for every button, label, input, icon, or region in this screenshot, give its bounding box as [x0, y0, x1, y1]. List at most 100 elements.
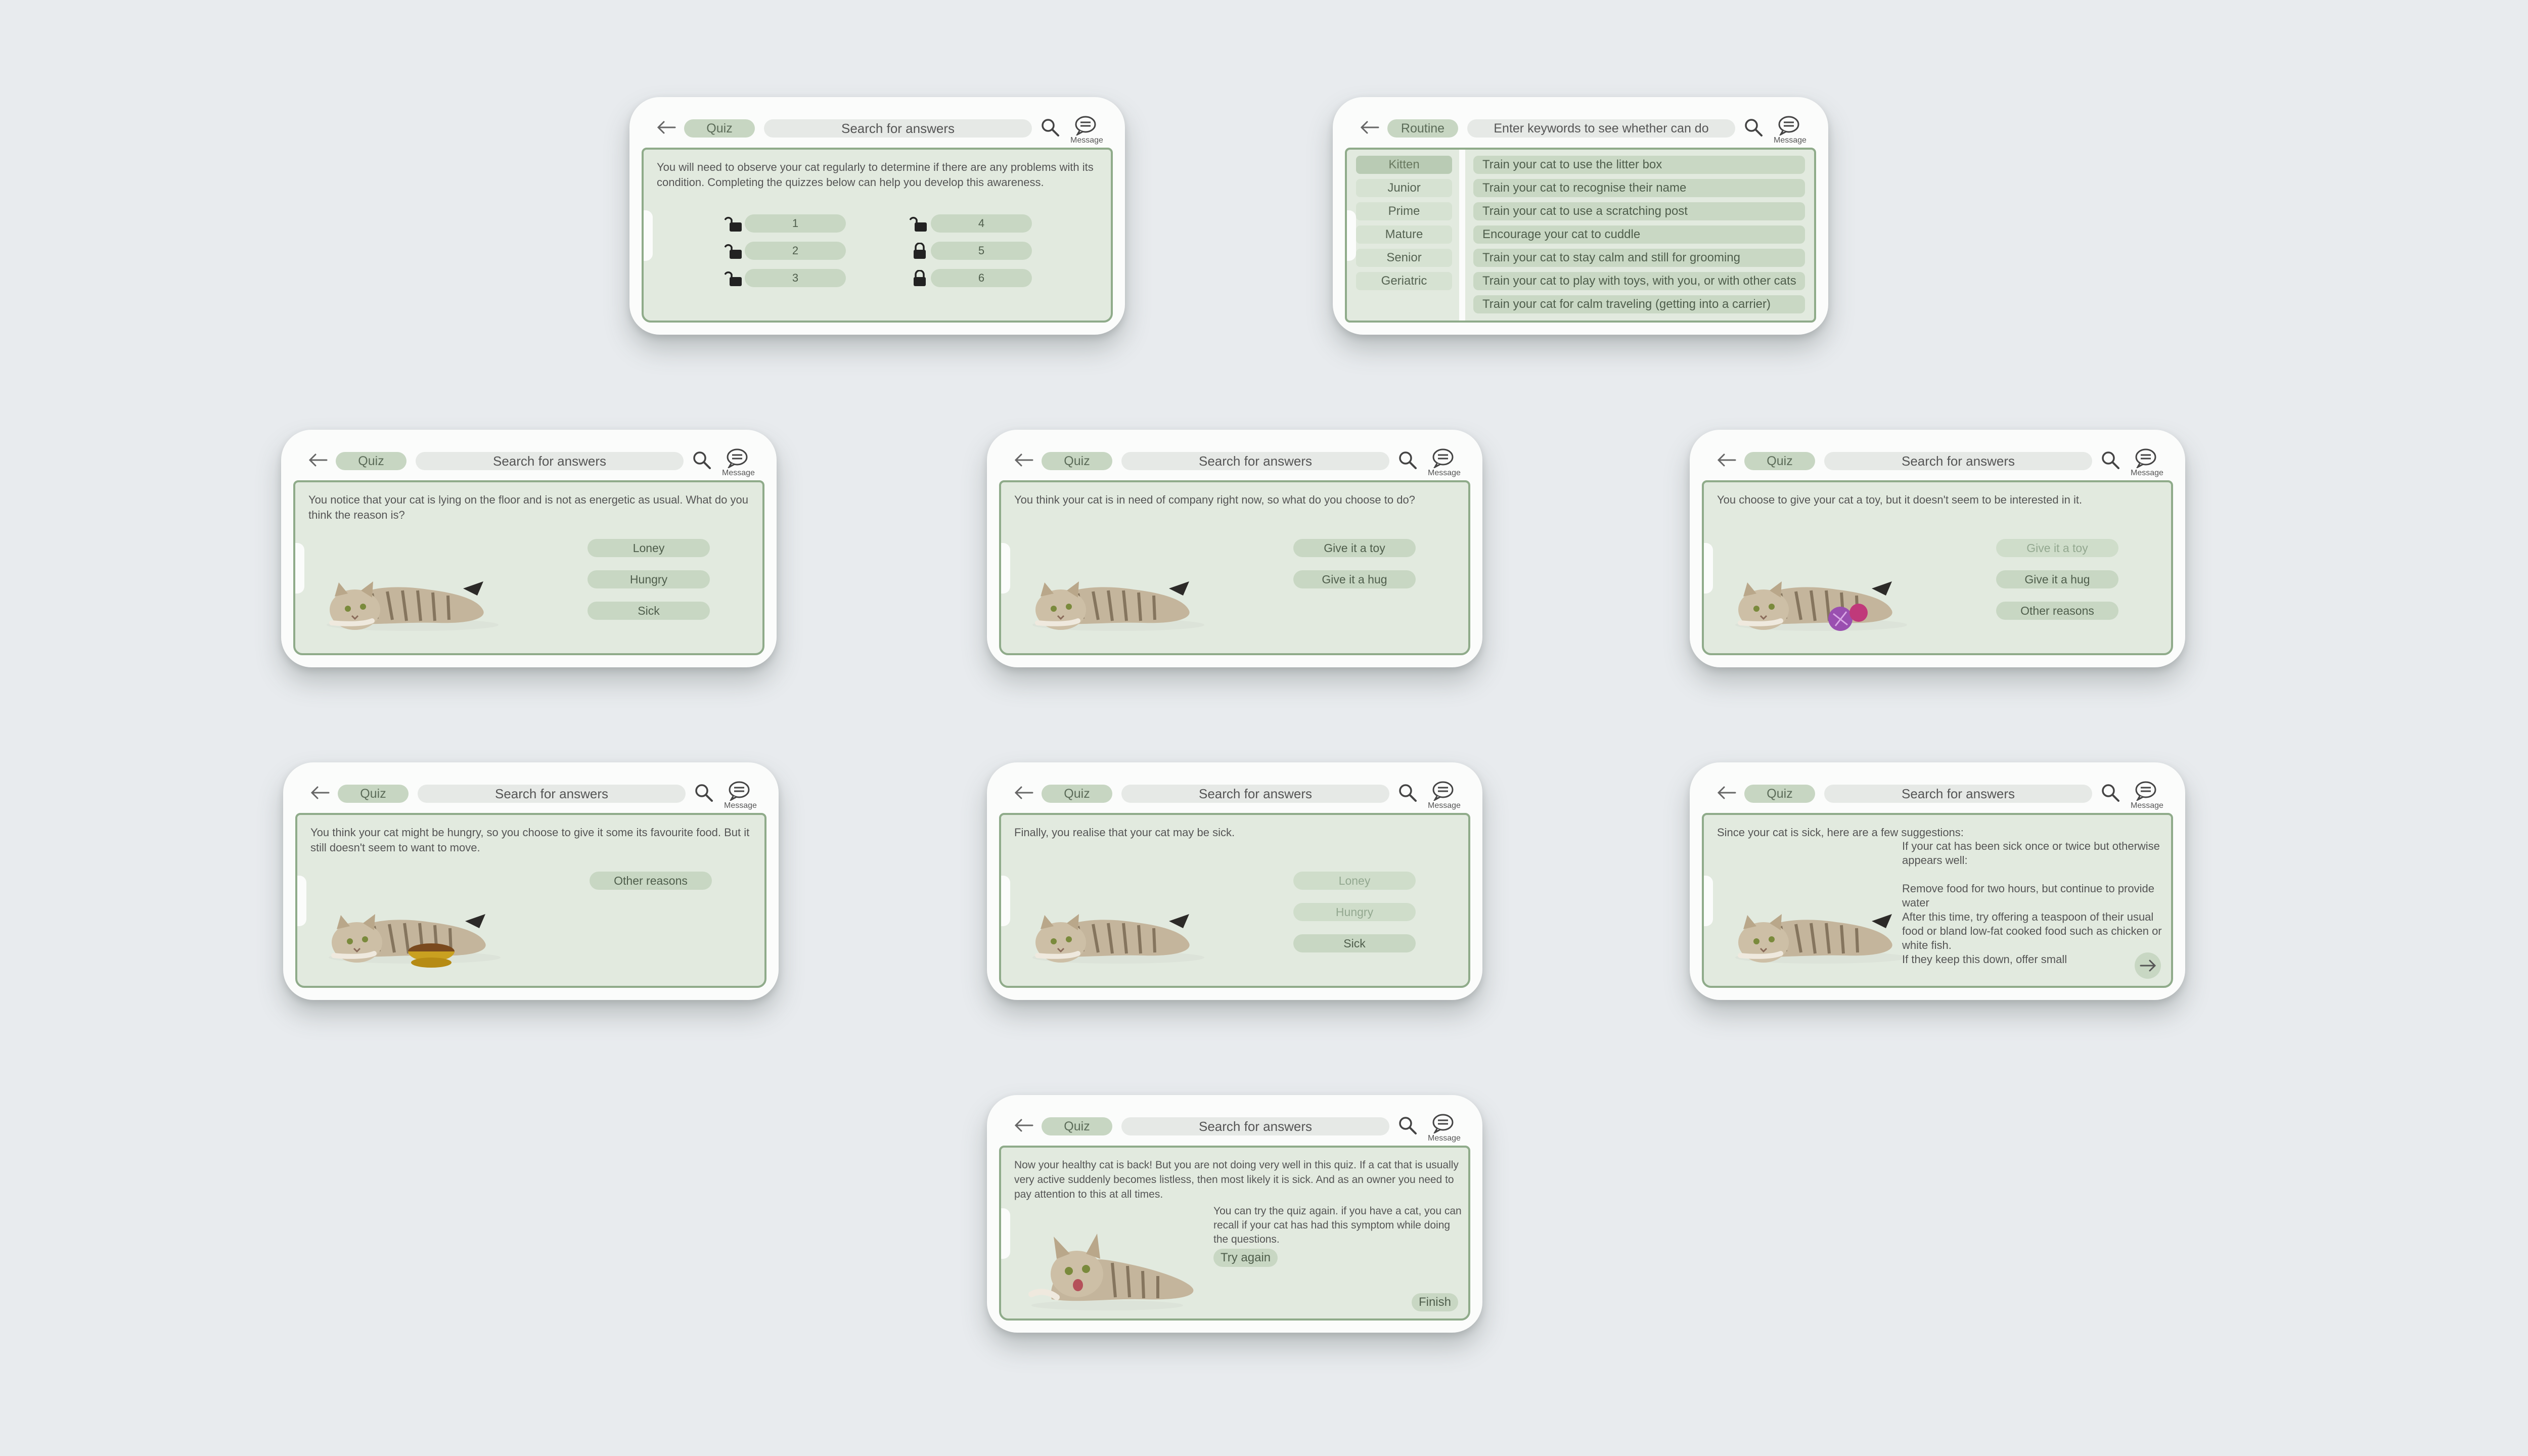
message-icon — [1432, 1113, 1454, 1133]
happy-cat-image — [1028, 1234, 1194, 1310]
search-icon[interactable] — [1397, 783, 1418, 803]
message-button[interactable]: Message — [724, 781, 757, 811]
routine-chip[interactable]: Routine — [1387, 119, 1458, 138]
quiz-chip[interactable]: Quiz — [1042, 1117, 1112, 1135]
search-input[interactable]: Search for answers — [1824, 785, 2092, 803]
message-button[interactable]: Message — [1070, 115, 1103, 146]
search-input[interactable]: Search for answers — [418, 785, 686, 803]
quiz-chip[interactable]: Quiz — [338, 785, 409, 803]
finish-button[interactable]: Finish — [1411, 1293, 1458, 1311]
screen-question-1: Quiz Search for answers Message You noti… — [281, 430, 777, 667]
quiz-level-1[interactable]: 1 — [745, 214, 846, 233]
quiz-chip[interactable]: Quiz — [684, 119, 755, 138]
search-icon[interactable] — [2100, 450, 2120, 470]
search-input[interactable]: Search for answers — [1121, 785, 1389, 803]
search-icon[interactable] — [2100, 783, 2120, 803]
back-arrow-icon[interactable] — [1012, 1116, 1035, 1134]
answer-option[interactable]: Loney — [588, 539, 710, 557]
age-list: Kitten Junior Prime Mature Senior Geriat… — [1356, 156, 1452, 295]
back-arrow-icon[interactable] — [655, 118, 678, 136]
routine-item[interactable]: Train your cat to recognise their name — [1473, 179, 1805, 197]
back-arrow-icon[interactable] — [1715, 451, 1738, 469]
routine-item[interactable]: Train your cat to stay calm and still fo… — [1473, 249, 1805, 267]
food-bowl-image — [408, 943, 455, 968]
screen-question-3: Quiz Search for answers Message You choo… — [1690, 430, 2185, 667]
question-text: You notice that your cat is lying on the… — [308, 493, 748, 521]
quiz-chip[interactable]: Quiz — [1042, 785, 1112, 803]
top-bar: Quiz Search for answers Message — [1710, 448, 2165, 477]
message-button[interactable]: Message — [2131, 448, 2163, 478]
quiz-level-4[interactable]: 4 — [931, 214, 1032, 233]
answer-option[interactable]: Sick — [588, 602, 710, 620]
quiz-level-3[interactable]: 3 — [745, 269, 846, 287]
quiz-chip[interactable]: Quiz — [1744, 785, 1815, 803]
answer-option[interactable]: Give it a toy — [1293, 539, 1416, 557]
top-bar: Quiz Search for answers Message — [650, 115, 1105, 145]
answer-option[interactable]: Other reasons — [1996, 602, 2118, 620]
message-button[interactable]: Message — [1428, 1113, 1461, 1144]
message-label: Message — [2131, 801, 2163, 810]
search-icon[interactable] — [1397, 1115, 1418, 1135]
quiz-chip[interactable]: Quiz — [1744, 452, 1815, 470]
routine-item[interactable]: Encourage your cat to cuddle — [1473, 225, 1805, 244]
search-icon[interactable] — [1040, 117, 1060, 138]
quiz-level-5[interactable]: 5 — [931, 242, 1032, 260]
age-kitten[interactable]: Kitten — [1356, 156, 1452, 174]
answer-option[interactable]: Sick — [1293, 934, 1416, 952]
age-geriatric[interactable]: Geriatric — [1356, 272, 1452, 290]
answer-option[interactable]: Hungry — [588, 570, 710, 588]
answer-option[interactable]: Other reasons — [590, 872, 712, 890]
back-arrow-icon[interactable] — [1358, 118, 1381, 136]
message-icon — [1432, 781, 1454, 801]
cat-lying-image — [317, 558, 499, 634]
try-again-button[interactable]: Try again — [1213, 1249, 1278, 1267]
cat-lying-image — [1022, 558, 1204, 634]
message-button[interactable]: Message — [2131, 781, 2163, 811]
search-icon[interactable] — [1397, 450, 1418, 470]
routine-panel: Kitten Junior Prime Mature Senior Geriat… — [1345, 148, 1816, 323]
routine-item[interactable]: Train your cat for calm traveling (getti… — [1473, 295, 1805, 313]
question-text: You choose to give your cat a toy, but i… — [1717, 493, 2083, 506]
message-button[interactable]: Message — [1428, 781, 1461, 811]
search-input[interactable]: Search for answers — [764, 119, 1032, 138]
message-label: Message — [1428, 469, 1461, 477]
search-icon[interactable] — [694, 783, 714, 803]
routine-item[interactable]: Train your cat to use a scratching post — [1473, 202, 1805, 220]
age-senior[interactable]: Senior — [1356, 249, 1452, 267]
cat-toy-image — [1828, 604, 1868, 631]
message-icon — [726, 448, 748, 468]
back-arrow-icon[interactable] — [306, 451, 330, 469]
search-input[interactable]: Search for answers — [1824, 452, 2092, 470]
question-text: Finally, you realise that your cat may b… — [1014, 826, 1235, 839]
age-prime[interactable]: Prime — [1356, 202, 1452, 220]
screen-question-4: Quiz Search for answers Message You thin… — [283, 762, 779, 1000]
search-icon[interactable] — [1743, 117, 1764, 138]
answer-option[interactable]: Give it a hug — [1293, 570, 1416, 588]
quiz-chip[interactable]: Quiz — [336, 452, 407, 470]
quiz-level-6[interactable]: 6 — [931, 269, 1032, 287]
search-icon[interactable] — [692, 450, 712, 470]
question-text: You think your cat is in need of company… — [1014, 493, 1415, 506]
back-arrow-icon[interactable] — [1012, 784, 1035, 802]
quiz-level-2[interactable]: 2 — [745, 242, 846, 260]
age-junior[interactable]: Junior — [1356, 179, 1452, 197]
search-input[interactable]: Search for answers — [1121, 452, 1389, 470]
routine-item[interactable]: Train your cat to play with toys, with y… — [1473, 272, 1805, 290]
message-label: Message — [722, 469, 755, 477]
message-button[interactable]: Message — [722, 448, 755, 478]
message-button[interactable]: Message — [1428, 448, 1461, 478]
search-input[interactable]: Search for answers — [1121, 1117, 1389, 1135]
age-mature[interactable]: Mature — [1356, 225, 1452, 244]
search-input[interactable]: Search for answers — [416, 452, 684, 470]
back-arrow-icon[interactable] — [308, 784, 332, 802]
routine-item[interactable]: Train your cat to use the litter box — [1473, 156, 1805, 174]
quiz-chip[interactable]: Quiz — [1042, 452, 1112, 470]
back-arrow-icon[interactable] — [1715, 784, 1738, 802]
answer-option[interactable]: Give it a hug — [1996, 570, 2118, 588]
message-icon — [2135, 781, 2157, 801]
back-arrow-icon[interactable] — [1012, 451, 1035, 469]
search-input[interactable]: Enter keywords to see whether can do — [1467, 119, 1735, 138]
screen-question-2: Quiz Search for answers Message You thin… — [987, 430, 1482, 667]
next-button[interactable] — [2135, 952, 2161, 979]
message-button[interactable]: Message — [1774, 115, 1807, 146]
